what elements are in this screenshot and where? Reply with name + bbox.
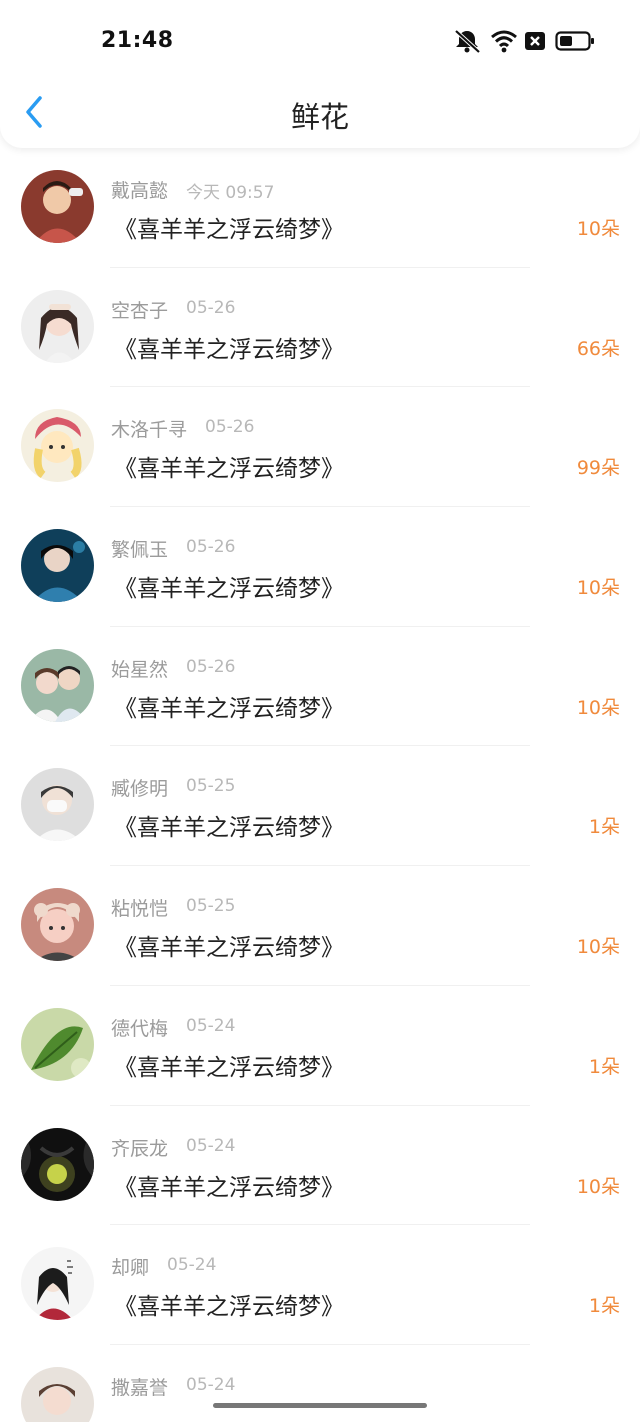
flower-record-row[interactable]: 粘悦恺 05-25 《喜羊羊之浮云绮梦》 10朵 [0, 866, 640, 986]
flower-record-row[interactable]: 齐辰龙 05-24 《喜羊羊之浮云绮梦》 10朵 [0, 1106, 640, 1226]
flower-count: 10朵 [576, 936, 620, 959]
send-time: 05-24 [186, 1015, 236, 1036]
flower-count: 1朵 [588, 1055, 620, 1078]
bell-muted-icon [452, 29, 482, 54]
flower-record-row[interactable]: 臧修明 05-25 《喜羊羊之浮云绮梦》 1朵 [0, 746, 640, 867]
flower-count: 10朵 [576, 577, 620, 600]
send-time: 05-26 [186, 537, 236, 558]
user-avatar[interactable] [21, 1247, 94, 1321]
user-avatar[interactable] [21, 768, 94, 842]
send-time: 05-26 [205, 417, 255, 438]
user-avatar[interactable] [21, 1007, 94, 1081]
flower-record-row[interactable]: 却卿 05-24 《喜羊羊之浮云绮梦》 1朵 [0, 1225, 640, 1345]
user-avatar[interactable] [21, 1366, 94, 1422]
user-avatar[interactable] [21, 170, 94, 243]
flower-count: 99朵 [576, 457, 620, 480]
sender-name[interactable]: 始星然 [111, 655, 168, 682]
sender-name[interactable]: 撒嘉誉 [111, 1373, 168, 1400]
user-avatar[interactable] [21, 1127, 94, 1201]
flower-count: 1朵 [588, 1295, 620, 1318]
sender-name[interactable]: 臧修明 [111, 774, 168, 801]
flower-count: 10朵 [576, 218, 620, 240]
flower-count: 66朵 [576, 337, 620, 360]
send-time: 05-24 [186, 1374, 236, 1395]
flower-record-row[interactable]: 戴高懿 今天 09:57 《喜羊羊之浮云绮梦》 10朵 [0, 148, 640, 268]
send-time: 今天 09:57 [186, 183, 275, 203]
user-avatar[interactable] [21, 529, 94, 603]
sender-name[interactable]: 繁佩玉 [111, 535, 168, 562]
send-time: 05-26 [186, 656, 236, 677]
send-time: 05-25 [186, 776, 236, 797]
status-time: 21:48 [101, 28, 174, 53]
send-time: 05-25 [186, 896, 236, 917]
send-time: 05-24 [167, 1255, 217, 1276]
user-avatar[interactable] [21, 409, 94, 483]
book-title[interactable]: 《喜羊羊之浮云绮梦》 [114, 808, 344, 842]
no-sim-icon [524, 29, 546, 53]
book-title[interactable]: 《喜羊羊之浮云绮梦》 [114, 928, 344, 962]
book-title[interactable]: 《喜羊羊之浮云绮梦》 [114, 330, 344, 364]
book-title[interactable]: 《喜羊羊之浮云绮梦》 [114, 1287, 344, 1321]
book-title[interactable]: 《喜羊羊之浮云绮梦》 [114, 1048, 344, 1082]
flower-record-row[interactable]: 德代梅 05-24 《喜羊羊之浮云绮梦》 1朵 [0, 986, 640, 1106]
sender-name[interactable]: 木洛千寻 [111, 415, 187, 442]
sender-name[interactable]: 戴高懿 [111, 176, 168, 203]
sender-name[interactable]: 粘悦恺 [111, 894, 168, 921]
top-bar: 21:48 鲜花 [0, 0, 640, 148]
user-avatar[interactable] [21, 289, 94, 363]
sender-name[interactable]: 德代梅 [111, 1014, 168, 1041]
book-title[interactable]: 《喜羊羊之浮云绮梦》 [114, 1168, 344, 1202]
book-title[interactable]: 《喜羊羊之浮云绮梦》 [114, 210, 344, 244]
book-title[interactable]: 《喜羊羊之浮云绮梦》 [114, 449, 344, 483]
flower-record-row[interactable]: 撒嘉誉 05-24 [0, 1345, 640, 1422]
flower-record-row[interactable]: 空杏子 05-26 《喜羊羊之浮云绮梦》 66朵 [0, 268, 640, 388]
flower-record-row[interactable]: 始星然 05-26 《喜羊羊之浮云绮梦》 10朵 [0, 627, 640, 747]
book-title[interactable]: 《喜羊羊之浮云绮梦》 [114, 569, 344, 603]
book-title[interactable]: 《喜羊羊之浮云绮梦》 [114, 689, 344, 723]
battery-icon [555, 29, 595, 53]
page-title: 鲜花 [290, 100, 349, 134]
flower-count: 1朵 [588, 816, 620, 839]
send-time: 05-26 [186, 297, 236, 318]
sender-name[interactable]: 空杏子 [111, 296, 168, 323]
flower-record-row[interactable]: 木洛千寻 05-26 《喜羊羊之浮云绮梦》 99朵 [0, 387, 640, 508]
home-indicator[interactable] [213, 1403, 427, 1408]
sender-name[interactable]: 齐辰龙 [111, 1134, 168, 1161]
flower-record-row[interactable]: 繁佩玉 05-26 《喜羊羊之浮云绮梦》 10朵 [0, 507, 640, 627]
user-avatar[interactable] [21, 648, 94, 722]
wifi-icon [490, 29, 518, 53]
user-avatar[interactable] [21, 888, 94, 962]
send-time: 05-24 [186, 1135, 236, 1156]
sender-name[interactable]: 却卿 [111, 1253, 149, 1280]
flower-count: 10朵 [576, 1175, 620, 1198]
flower-record-list: 戴高懿 今天 09:57 《喜羊羊之浮云绮梦》 10朵 空杏子 05-26 《喜羊羊之浮云绮… [0, 148, 640, 1422]
flower-count: 10朵 [576, 696, 620, 719]
